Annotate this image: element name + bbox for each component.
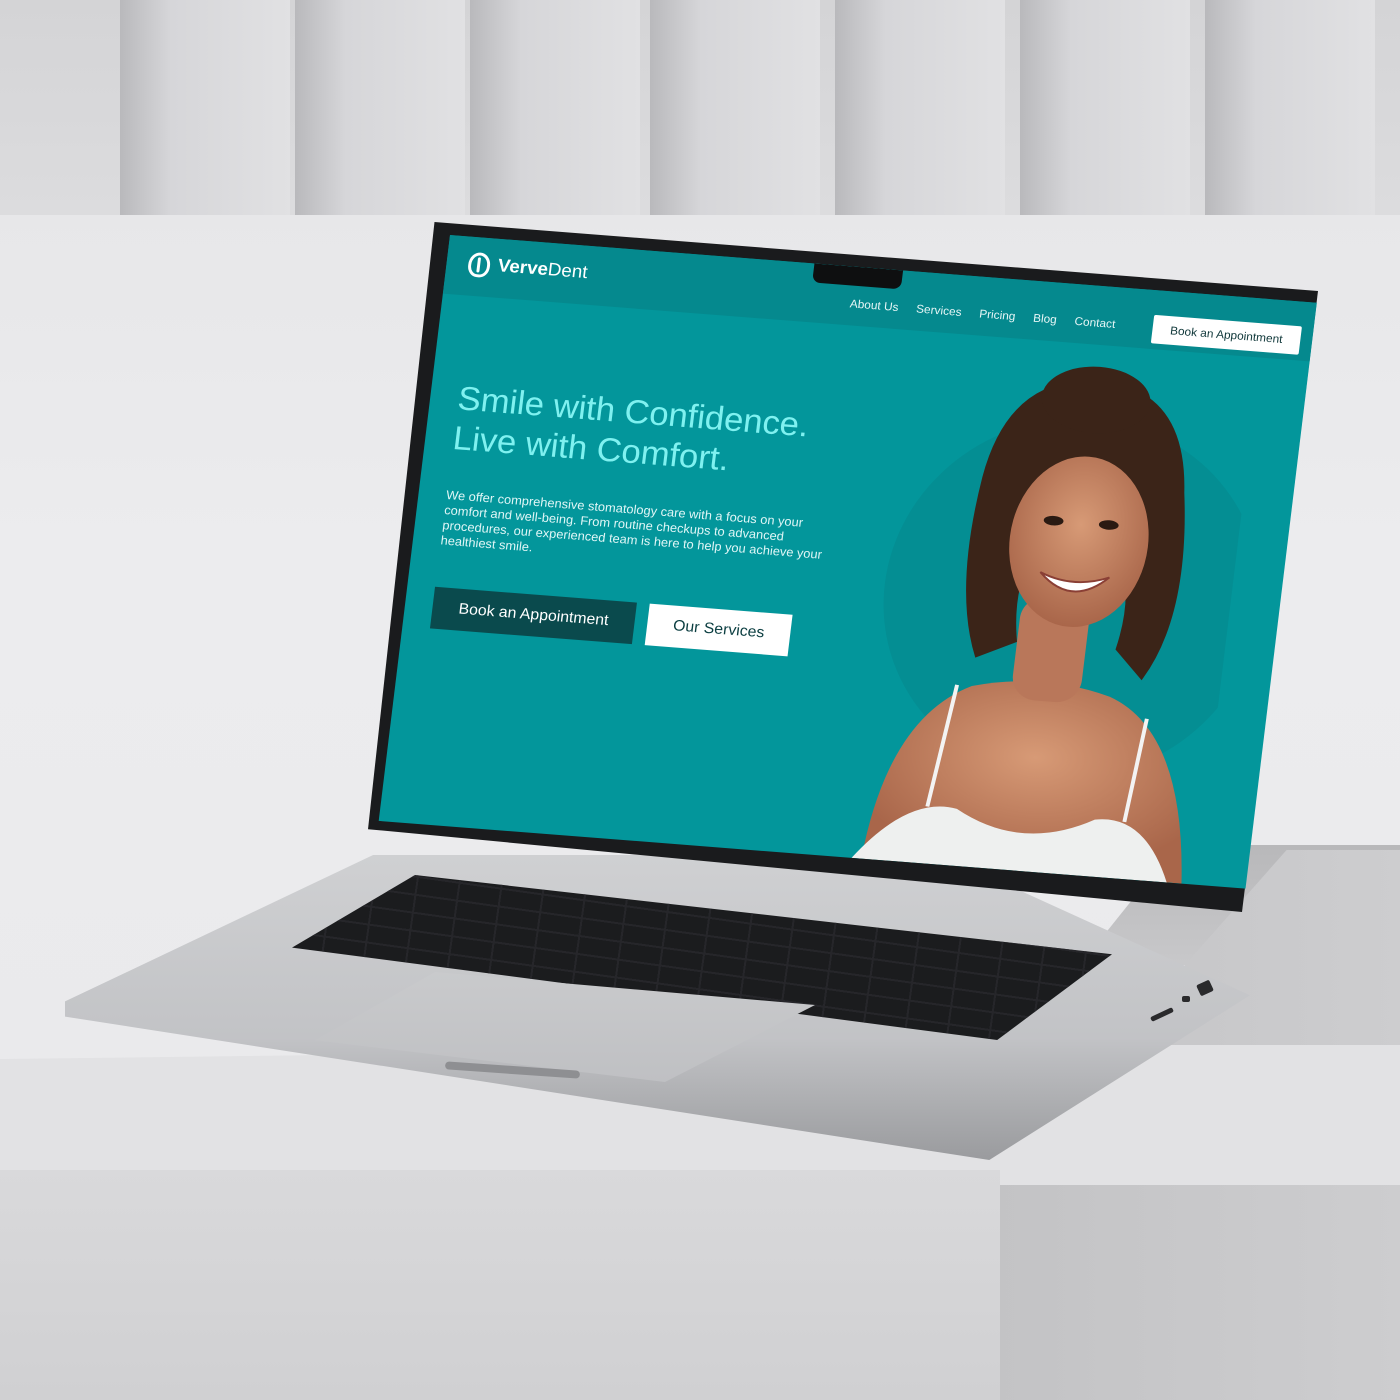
shelf-cell (120, 0, 290, 215)
nav-pricing[interactable]: Pricing (979, 307, 1017, 323)
shelf-cell (470, 0, 640, 215)
book-appointment-button[interactable]: Book an Appointment (429, 586, 637, 645)
website-screen: VerveDent About Us Services Pricing Blog… (378, 235, 1317, 889)
nav-services[interactable]: Services (915, 302, 962, 319)
nav-contact[interactable]: Contact (1074, 314, 1116, 330)
hero-portrait-image (851, 366, 1259, 884)
shelf-cell (835, 0, 1005, 215)
shelf-cell (650, 0, 820, 215)
nav-about-us[interactable]: About Us (849, 297, 899, 314)
tooth-logo-icon (466, 251, 492, 279)
background-shelf (0, 0, 1400, 215)
brand-name: VerveDent (496, 256, 589, 283)
pedestal-front (0, 1170, 1000, 1400)
our-services-button[interactable]: Our Services (644, 603, 793, 657)
shelf-cell (1020, 0, 1190, 215)
shelf-cell (1205, 0, 1375, 215)
nav-blog[interactable]: Blog (1032, 311, 1057, 326)
hero-description: We offer comprehensive stomatology care … (439, 487, 823, 562)
brand-logo[interactable]: VerveDent (466, 251, 589, 286)
main-nav: About Us Services Pricing Blog Contact (849, 297, 1116, 331)
port-icon (1182, 996, 1190, 1002)
nav-book-appointment-button[interactable]: Book an Appointment (1150, 314, 1302, 355)
site-header: VerveDent About Us Services Pricing Blog… (442, 235, 1317, 362)
shelf-cell (295, 0, 465, 215)
